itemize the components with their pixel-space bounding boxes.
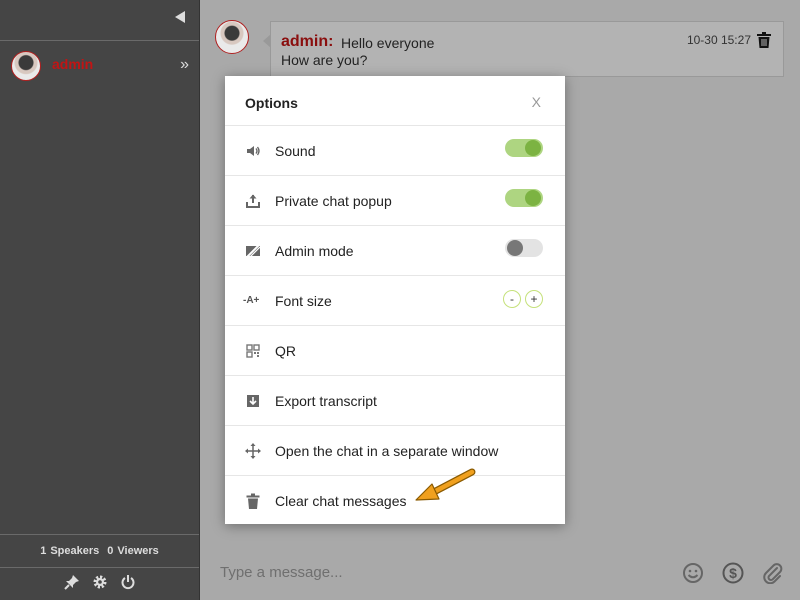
font-decrease-button[interactable]: - (503, 290, 521, 308)
gear-icon[interactable] (92, 574, 108, 590)
upload-icon (246, 194, 260, 208)
participant-stats: 1 Speakers 0 Viewers (0, 534, 199, 568)
slash-icon (245, 243, 261, 259)
pin-icon[interactable] (63, 574, 80, 590)
option-label: Open the chat in a separate window (275, 443, 499, 459)
message-composer: Type a message... $ (200, 548, 800, 600)
option-clear-chat-messages[interactable]: Clear chat messages (225, 476, 565, 525)
viewers-count: 0 (107, 545, 114, 557)
option-font-size: -A+ Font size - + (225, 276, 565, 326)
option-qr[interactable]: QR (225, 326, 565, 376)
download-icon (247, 395, 259, 407)
option-label: Private chat popup (275, 193, 392, 209)
option-private-chat-popup[interactable]: Private chat popup (225, 176, 565, 226)
emoji-icon[interactable] (682, 562, 704, 584)
message-avatar (215, 20, 249, 54)
option-label: Export transcript (275, 393, 377, 409)
message-text-line-1: Hello everyone (341, 35, 435, 51)
sidebar-toolbar (0, 568, 199, 596)
message-author: admin: (281, 33, 334, 50)
speaker-icon (247, 146, 260, 156)
options-dialog: Options X Sound Private chat popup Admin… (225, 76, 565, 524)
sidebar: admin » 1 Speakers 0 Viewers (0, 0, 200, 600)
option-sound[interactable]: Sound (225, 126, 565, 176)
font-size-controls: - + (503, 290, 543, 308)
attachment-icon[interactable] (762, 562, 784, 584)
font-increase-button[interactable]: + (525, 290, 543, 308)
toggle-knob (507, 240, 523, 256)
font-size-icon: -A+ (243, 295, 260, 306)
trash-icon (246, 493, 260, 509)
toggle-knob (525, 190, 541, 206)
double-chevron-right-icon[interactable]: » (180, 57, 189, 73)
option-label: QR (275, 343, 296, 359)
option-open-separate-window[interactable]: Open the chat in a separate window (225, 426, 565, 476)
user-list-item[interactable]: admin » (0, 41, 199, 91)
options-dialog-header: Options X (225, 76, 565, 126)
option-label: Sound (275, 143, 316, 159)
options-title: Options (245, 95, 298, 111)
private-chat-popup-toggle[interactable] (505, 189, 543, 207)
toggle-knob (525, 140, 541, 156)
qr-icon (246, 344, 260, 358)
power-icon[interactable] (120, 574, 136, 590)
admin-mode-toggle[interactable] (505, 239, 543, 257)
speakers-label: Speakers (50, 545, 100, 557)
sidebar-header (0, 0, 199, 41)
chat-message: admin: Hello everyone How are you? 10-30… (263, 21, 784, 77)
close-button[interactable]: X (532, 94, 541, 110)
message-timestamp: 10-30 15:27 (686, 33, 751, 47)
pointer-arrow-icon (415, 468, 476, 501)
dollar-icon[interactable]: $ (722, 562, 744, 584)
speakers-count: 1 (40, 545, 47, 557)
delete-message-icon[interactable] (757, 32, 771, 48)
user-name: admin (52, 56, 94, 72)
composer-actions: $ (682, 562, 784, 584)
avatar (11, 51, 41, 81)
sound-toggle[interactable] (505, 139, 543, 157)
option-label: Font size (275, 293, 332, 309)
message-text-line-2: How are you? (281, 52, 368, 68)
option-admin-mode[interactable]: Admin mode (225, 226, 565, 276)
option-label: Clear chat messages (275, 493, 407, 509)
move-icon (245, 443, 261, 459)
option-label: Admin mode (275, 243, 354, 259)
svg-text:$: $ (729, 565, 737, 581)
message-input[interactable]: Type a message... (220, 564, 343, 581)
collapse-sidebar-icon[interactable] (173, 10, 187, 24)
viewers-label: Viewers (117, 545, 159, 557)
option-export-transcript[interactable]: Export transcript (225, 376, 565, 426)
